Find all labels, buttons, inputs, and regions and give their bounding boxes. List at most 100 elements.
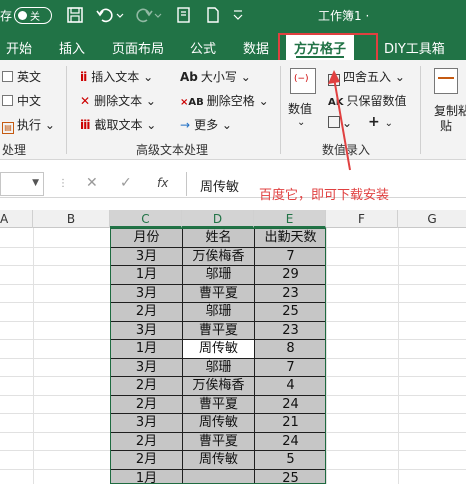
chinese-option[interactable]: 中文	[2, 92, 41, 109]
delete-text-button[interactable]: ✕ 删除文本 ⌄	[80, 92, 156, 109]
table-cell[interactable]: 邬珊	[183, 266, 255, 285]
formula-bar-options-icon[interactable]: ⋮	[58, 178, 68, 189]
execute-button[interactable]: ▤ 执行 ⌄	[2, 116, 55, 134]
table-cell[interactable]: 邬珊	[183, 303, 255, 322]
remove-spaces-button[interactable]: ×AB 删除空格 ⌄	[180, 92, 269, 109]
table-header-cell[interactable]: 月份	[111, 229, 183, 248]
name-box[interactable]: ▼	[0, 172, 44, 196]
table-cell[interactable]: 周传敏	[183, 451, 255, 470]
table-cell[interactable]: 24	[255, 432, 325, 451]
round-icon: #	[328, 74, 340, 86]
numeric-dropdown-icon[interactable]: ⌄	[297, 117, 305, 128]
tab-diy-toolbox[interactable]: DIY工具箱	[384, 38, 445, 57]
table-cell[interactable]: 周传敏	[183, 340, 255, 359]
column-header-d[interactable]: D	[182, 210, 254, 228]
delete-text-icon: ✕	[80, 94, 91, 108]
table-cell[interactable]: 2月	[111, 395, 183, 414]
numeric-button-label[interactable]: 数值	[288, 100, 312, 117]
table-cell[interactable]: 2月	[111, 432, 183, 451]
ribbon-tabs: 开始 插入 页面布局 公式 数据 方方格子 DIY工具箱	[0, 32, 466, 60]
format-painter-icon[interactable]	[175, 6, 193, 24]
tab-formulas[interactable]: 公式	[190, 38, 216, 57]
column-header-e[interactable]: E	[254, 210, 326, 228]
case-button[interactable]: Ab 大小写 ⌄	[180, 68, 251, 85]
table-cell[interactable]: 29	[255, 266, 325, 285]
undo-icon[interactable]	[96, 6, 114, 24]
table-cell[interactable]: 25	[255, 303, 325, 322]
extract-text-button[interactable]: ⅲ 截取文本 ⌄	[80, 116, 156, 133]
table-cell[interactable]: 3月	[111, 321, 183, 340]
plus-dropdown-button[interactable]: + ⌄	[368, 114, 393, 130]
tab-home[interactable]: 开始	[6, 38, 32, 57]
name-box-dropdown-icon[interactable]: ▼	[32, 178, 39, 188]
cancel-icon[interactable]: ✕	[86, 175, 98, 191]
insert-text-button[interactable]: ⅱ 插入文本 ⌄	[80, 68, 153, 85]
redo-icon[interactable]	[135, 6, 153, 24]
group-label-number-input: 数值录入	[322, 143, 371, 157]
table-header-cell[interactable]: 姓名	[183, 229, 255, 248]
insert-function-icon[interactable]: fx	[157, 176, 168, 190]
fill-series-button[interactable]: ⌄	[328, 116, 352, 130]
undo-dropdown-icon[interactable]	[115, 6, 125, 24]
autosave-toggle[interactable]: 关	[14, 7, 52, 24]
table-cell[interactable]: 曹平夏	[183, 284, 255, 303]
grid-column-line	[33, 228, 34, 484]
keep-values-button[interactable]: AK 只保留数值	[328, 92, 407, 109]
english-option[interactable]: 英文	[2, 68, 41, 85]
autosave-state: 关	[30, 12, 40, 23]
group-separator	[66, 66, 67, 154]
table-cell[interactable]: 曹平夏	[183, 321, 255, 340]
more-button[interactable]: → 更多 ⌄	[180, 116, 232, 133]
table-cell[interactable]: 7	[255, 358, 325, 377]
annotation-text: 百度它，即可下载安装	[259, 188, 390, 203]
column-header-b[interactable]: B	[33, 210, 110, 228]
table-cell[interactable]: 4	[255, 377, 325, 396]
table-cell[interactable]: 3月	[111, 358, 183, 377]
table-cell[interactable]: 曹平夏	[183, 432, 255, 451]
copy-paste-icon[interactable]	[434, 68, 458, 94]
column-header-a[interactable]: A	[0, 210, 33, 228]
selected-data-range[interactable]: 月份 姓名 出勤天数 3月 万俟梅香 7 1月 邬珊 29 3月 曹平夏 23 2月 邬珊 25 3月 曹平夏 2…	[110, 228, 326, 484]
confirm-icon[interactable]: ✓	[120, 175, 132, 191]
new-file-icon[interactable]	[204, 6, 222, 24]
table-cell[interactable]: 1月	[111, 469, 183, 483]
table-cell[interactable]: 万俟梅香	[183, 247, 255, 266]
table-header-cell[interactable]: 出勤天数	[255, 229, 325, 248]
table-cell[interactable]: 1月	[111, 340, 183, 359]
save-icon[interactable]	[66, 6, 84, 24]
table-cell[interactable]: 7	[255, 247, 325, 266]
numeric-icon[interactable]: (−)	[290, 68, 316, 94]
table-cell[interactable]: 5	[255, 451, 325, 470]
table-cell[interactable]: 2月	[111, 377, 183, 396]
table-cell[interactable]: 3月	[111, 247, 183, 266]
toggle-knob	[18, 11, 27, 20]
column-header-g[interactable]: G	[398, 210, 466, 228]
table-cell[interactable]: 2月	[111, 451, 183, 470]
tab-data[interactable]: 数据	[243, 38, 269, 57]
table-cell[interactable]: 2月	[111, 303, 183, 322]
table-cell[interactable]: 万俟梅香	[183, 377, 255, 396]
table-cell[interactable]: 周传敏	[183, 414, 255, 433]
table-cell[interactable]: 25	[255, 469, 325, 483]
table-cell[interactable]: 1月	[111, 266, 183, 285]
copy-paste-label-line2[interactable]: 贴	[440, 117, 452, 134]
table-cell[interactable]: 23	[255, 284, 325, 303]
redo-dropdown-icon[interactable]	[153, 6, 163, 24]
tab-insert[interactable]: 插入	[59, 38, 85, 57]
column-header-c[interactable]: C	[110, 210, 182, 228]
table-cell[interactable]: 3月	[111, 414, 183, 433]
column-header-f[interactable]: F	[326, 210, 398, 228]
round-button[interactable]: # 四舍五入 ⌄	[328, 68, 405, 86]
group-separator	[280, 66, 281, 154]
tab-page-layout[interactable]: 页面布局	[112, 38, 164, 57]
table-cell[interactable]: 21	[255, 414, 325, 433]
table-cell[interactable]: 曹平夏	[183, 395, 255, 414]
table-cell[interactable]	[183, 469, 255, 483]
table-cell[interactable]: 3月	[111, 284, 183, 303]
customize-toolbar-icon[interactable]	[232, 6, 244, 24]
table-cell[interactable]: 23	[255, 321, 325, 340]
group-label-text-processing: 处理	[2, 143, 27, 157]
table-cell[interactable]: 邬珊	[183, 358, 255, 377]
table-cell[interactable]: 8	[255, 340, 325, 359]
table-cell[interactable]: 24	[255, 395, 325, 414]
